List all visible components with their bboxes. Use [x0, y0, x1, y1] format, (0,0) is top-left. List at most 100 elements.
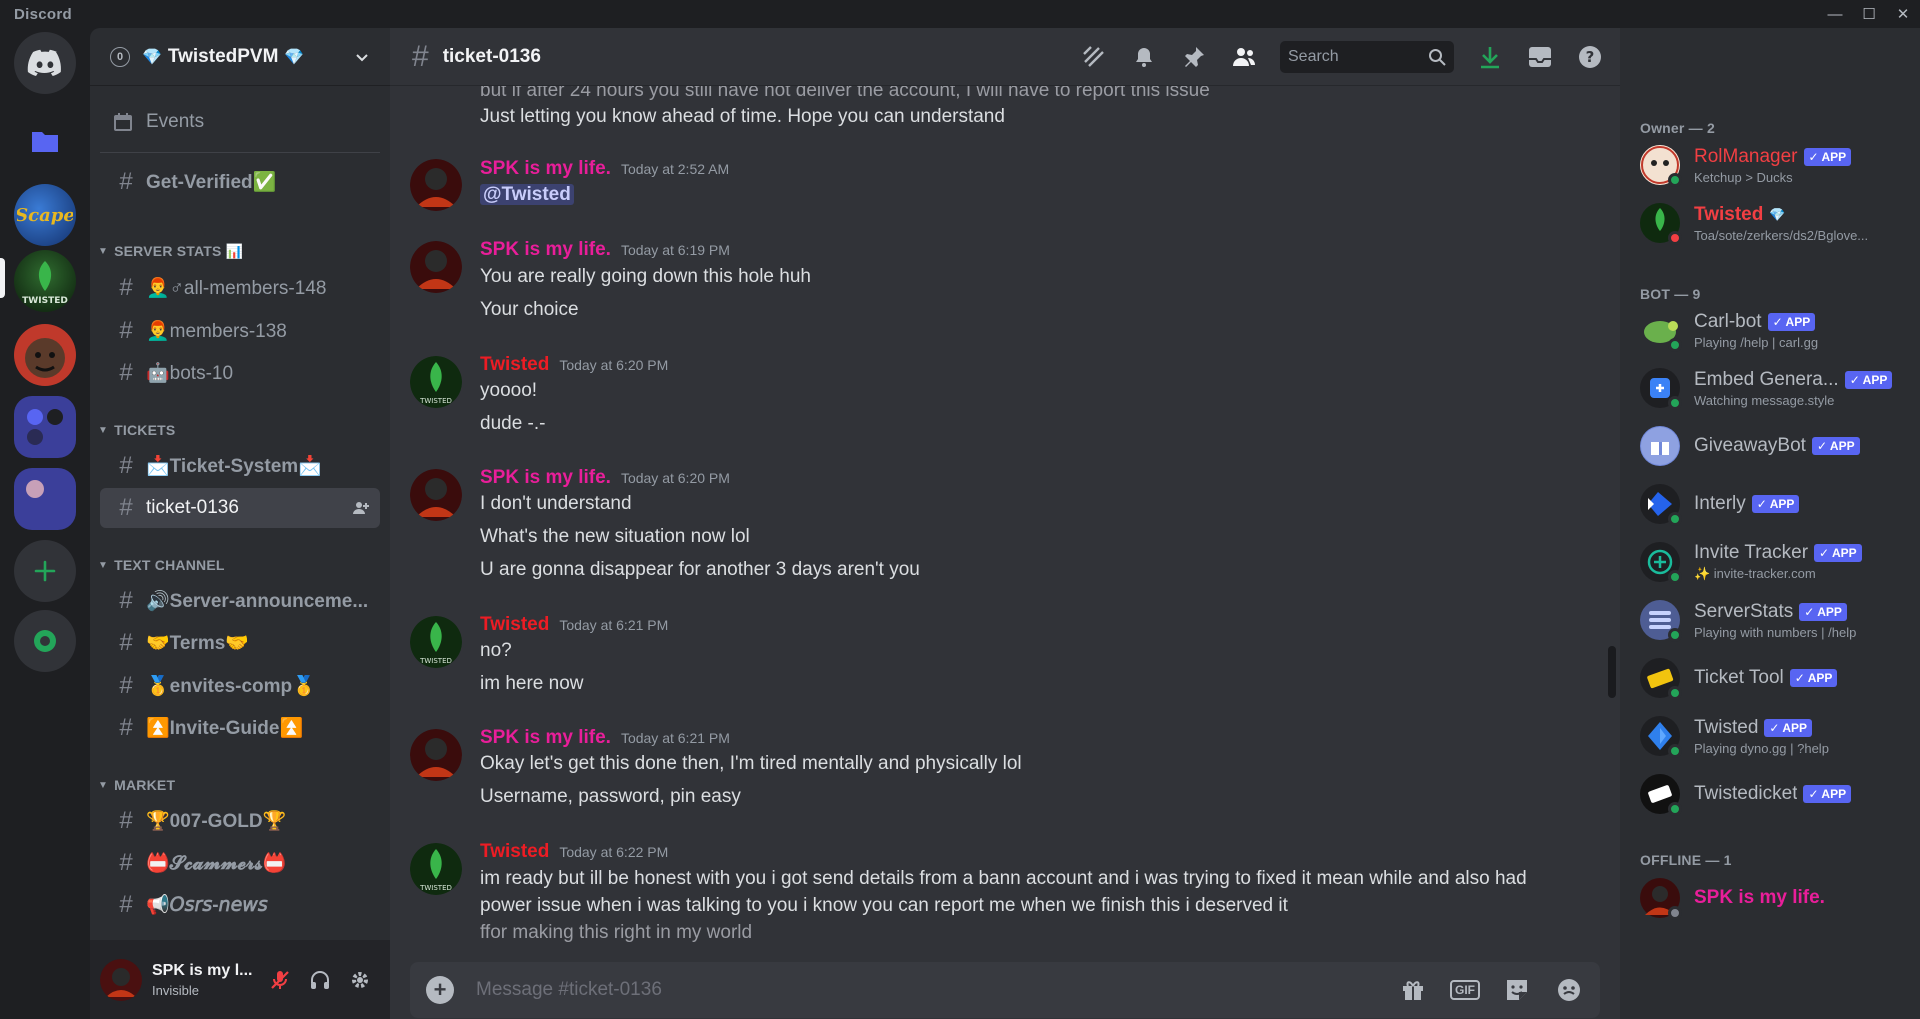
category-market[interactable]: ▼ MARKET — [98, 777, 175, 793]
author-name[interactable]: SPK is my life. — [480, 727, 611, 749]
gift-button[interactable] — [1398, 975, 1428, 1005]
member-ticket-tool[interactable]: Ticket Tool ✓ APP — [1640, 653, 1910, 703]
attach-button[interactable]: + — [426, 976, 454, 1004]
chevron-down-icon[interactable] — [354, 49, 370, 65]
author-name[interactable]: Twisted — [480, 354, 549, 376]
category-server-stats[interactable]: ▼ SERVER STATS 📊 — [98, 243, 243, 260]
member-twisted-bot[interactable]: Twisted ✓ APP Playing dyno.gg | ?help — [1640, 711, 1910, 761]
member-twistedicket[interactable]: Twistedicket ✓ APP — [1640, 769, 1910, 819]
minimize-button[interactable]: — — [1818, 0, 1852, 28]
thread-hash-icon: # — [119, 494, 133, 521]
channel-invite-guide[interactable]: # ⏫Invite-Guide⏫ — [100, 708, 380, 748]
mic-muted-icon — [271, 970, 289, 989]
sidebar-item-events[interactable]: Events — [100, 102, 380, 142]
member-rolmanager[interactable]: RolManager ✓ APP Ketchup > Ducks — [1640, 140, 1910, 190]
face-avatar-icon — [25, 338, 65, 378]
author-name[interactable]: Twisted — [480, 841, 549, 863]
member-carl-bot[interactable]: Carl-bot ✓ APP Playing /help | carl.gg — [1640, 305, 1910, 355]
member-twisted-owner[interactable]: Twisted 💎 Toa/sote/zerkers/ds2/Bglove... — [1640, 198, 1910, 248]
discover-button[interactable] — [14, 610, 76, 672]
add-server-button[interactable] — [14, 540, 76, 602]
maximize-button[interactable]: ☐ — [1852, 0, 1886, 28]
guild-header[interactable]: 0 💎 TwistedPVM 💎 — [90, 28, 390, 86]
server-twisted[interactable]: TWISTED — [14, 250, 76, 312]
settings-button[interactable] — [340, 960, 380, 1000]
member-interly[interactable]: Interly ✓ APP — [1640, 479, 1910, 529]
avatar[interactable]: TWISTED — [410, 843, 462, 895]
search-input[interactable]: Search — [1280, 41, 1454, 73]
server-folder-group[interactable] — [14, 396, 76, 458]
channel-envites-comp[interactable]: # 🥇envites-comp🥇 — [100, 666, 380, 706]
download-button[interactable] — [1476, 43, 1504, 71]
threads-button[interactable] — [1080, 43, 1108, 71]
sticker-icon — [1507, 980, 1527, 1000]
author-name[interactable]: SPK is my life. — [480, 239, 611, 261]
message-composer[interactable]: + Message #ticket-0136 GIF — [410, 962, 1600, 1018]
member-name: Twisted — [1694, 716, 1759, 738]
channel-get-verified[interactable]: # Get-Verified✅ — [100, 162, 380, 202]
channel-ticket-0136[interactable]: # ticket-0136 — [100, 488, 380, 528]
server-scape[interactable]: Scape — [14, 184, 76, 246]
channel-label: ⏫Invite-Guide⏫ — [146, 718, 304, 739]
author-name[interactable]: SPK is my life. — [480, 158, 611, 180]
server-red[interactable] — [14, 324, 76, 386]
gif-button[interactable]: GIF — [1450, 975, 1480, 1005]
direct-messages-button[interactable] — [14, 32, 76, 94]
emoji-button[interactable] — [1554, 975, 1584, 1005]
channel-server-announcements[interactable]: # 🔊Server-announceme... — [100, 581, 380, 621]
channel-members[interactable]: # 👨‍🦰members-138 — [100, 311, 380, 351]
server-anime[interactable] — [14, 468, 76, 530]
avatar[interactable] — [410, 159, 462, 211]
channel-scammers[interactable]: # 📛𝓢𝓬𝓪𝓶𝓶𝓮𝓻𝓼📛 — [100, 843, 380, 883]
avatar[interactable] — [410, 729, 462, 781]
channel-007-gold[interactable]: # 🏆007-GOLD🏆 — [100, 801, 380, 841]
help-button[interactable]: ? — [1576, 43, 1604, 71]
user-name: SPK is my l... — [152, 961, 253, 979]
channel-bots[interactable]: # 🤖bots-10 — [100, 353, 380, 393]
avatar[interactable] — [100, 958, 142, 1001]
message-input[interactable]: Message #ticket-0136 — [476, 979, 1398, 1001]
deafen-button[interactable] — [300, 960, 340, 1000]
pinned-button[interactable] — [1180, 43, 1208, 71]
channel-terms[interactable]: # 🤝Terms🤝 — [100, 623, 380, 663]
avatar[interactable]: TWISTED — [410, 616, 462, 668]
channel-label: Get-Verified✅ — [146, 172, 277, 193]
mute-button[interactable] — [260, 960, 300, 1000]
channel-label: 📢𝘖𝘴𝘳𝘴-𝘯𝘦𝘸𝘴 — [146, 895, 268, 916]
avatar[interactable] — [410, 241, 462, 293]
user-meta[interactable]: SPK is my l... Invisible — [152, 962, 260, 998]
member-activity: ✨ invite-tracker.com — [1694, 566, 1816, 581]
sticker-button[interactable] — [1502, 975, 1532, 1005]
avatar — [1640, 716, 1682, 758]
member-info: Carl-bot ✓ APP Playing /help | carl.gg — [1694, 311, 1818, 350]
member-serverstats[interactable]: ServerStats ✓ APP Playing with numbers | … — [1640, 595, 1910, 645]
channel-label: 🏆007-GOLD🏆 — [146, 811, 287, 832]
avatar[interactable] — [410, 469, 462, 521]
help-icon: ? — [1579, 46, 1601, 68]
member-list-button[interactable] — [1230, 43, 1258, 71]
member-invite-tracker[interactable]: Invite Tracker ✓ APP ✨ invite-tracker.com — [1640, 537, 1910, 587]
channel-ticket-system[interactable]: # 📩Ticket-System📩 — [100, 446, 380, 486]
author-name[interactable]: SPK is my life. — [480, 467, 611, 489]
user-mention[interactable]: @Twisted — [480, 184, 574, 205]
channel-all-members[interactable]: # 👨‍🦰♂all-members-148 — [100, 268, 380, 308]
author-name[interactable]: Twisted — [480, 614, 549, 636]
inbox-button[interactable] — [1526, 43, 1554, 71]
avatar[interactable]: TWISTED — [410, 356, 462, 408]
member-giveawaybot[interactable]: GiveawayBot ✓ APP — [1640, 421, 1910, 471]
message-header: SPK is my life. Today at 2:52 AM — [480, 158, 729, 180]
member-embed-generator[interactable]: Embed Genera... ✓ APP Watching message.st… — [1640, 363, 1910, 413]
notifications-button[interactable] — [1130, 43, 1158, 71]
scrollbar-thumb[interactable] — [1608, 646, 1616, 698]
member-spk-offline[interactable]: SPK is my life. — [1640, 873, 1910, 923]
add-member-icon[interactable] — [352, 499, 370, 517]
chat-area: # ticket-0136 Search ? but if after 24 h… — [390, 28, 1620, 1019]
category-text-channel[interactable]: ▼ TEXT CHANNEL — [98, 557, 225, 573]
category-tickets[interactable]: ▼ TICKETS — [98, 422, 175, 438]
server-folder[interactable] — [14, 110, 76, 172]
channel-label: 👨‍🦰♂all-members-148 — [146, 278, 327, 299]
active-server-indicator — [0, 258, 5, 298]
close-button[interactable]: ✕ — [1886, 0, 1920, 28]
member-name: Ticket Tool — [1694, 667, 1784, 688]
channel-osrs-news[interactable]: # 📢𝘖𝘴𝘳𝘴-𝘯𝘦𝘸𝘴 — [100, 885, 380, 925]
